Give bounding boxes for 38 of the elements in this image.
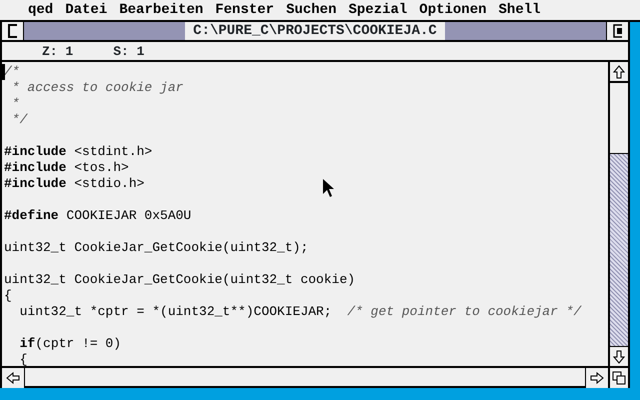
- code-line: uint32_t CookieJar_GetCookie(uint32_t cookie): [4, 272, 356, 288]
- code-line: #include <stdint.h>: [4, 144, 152, 160]
- menu-item[interactable]: qed: [22, 0, 60, 20]
- code-line: * access to cookie jar: [10, 80, 184, 96]
- code-line: uint32_t CookieJar_GetCookie(uint32_t);: [4, 240, 308, 256]
- menu-item[interactable]: Spezial: [342, 0, 414, 20]
- mouse-pointer-icon: [322, 178, 334, 198]
- up-arrow-icon: [613, 64, 625, 78]
- code-line: {: [18, 352, 28, 366]
- resize-button[interactable]: [608, 368, 628, 388]
- status-field: Z: 1: [42, 44, 74, 58]
- code-line: */: [10, 112, 28, 128]
- code-line: *: [10, 96, 20, 112]
- close-icon: [8, 24, 17, 38]
- down-arrow-icon: [613, 350, 625, 364]
- fuller-icon: [613, 24, 622, 38]
- window-title: C:\PURE_C\PROJECTS\COOKIEJA.C: [185, 22, 445, 40]
- menu-item[interactable]: Fenster: [209, 0, 280, 20]
- code-line: #include <tos.h>: [4, 160, 129, 176]
- title-bar[interactable]: C:\PURE_C\PROJECTS\COOKIEJA.C: [24, 22, 606, 40]
- code-line: {: [4, 288, 12, 304]
- code-line: uint32_t *cptr = *(uint32_t**)COOKIEJAR; /* get pointer to cookiejar */: [18, 304, 582, 320]
- menu-item[interactable]: Shell: [492, 0, 547, 20]
- scroll-down-button[interactable]: [610, 346, 628, 366]
- code-line: /*: [4, 64, 20, 80]
- code-line: #include <stdio.h>: [4, 176, 144, 192]
- left-arrow-icon: [6, 372, 20, 384]
- code-line: if(cptr != 0): [18, 336, 122, 352]
- menu-item[interactable]: Optionen: [413, 0, 493, 20]
- resize-icon: [612, 371, 626, 385]
- menu-item[interactable]: Suchen: [280, 0, 342, 20]
- code-line: #define COOKIEJAR 0x5A0U: [4, 208, 192, 224]
- right-arrow-icon: [590, 372, 604, 384]
- menu-item[interactable]: Datei: [59, 0, 114, 20]
- scroll-thumb[interactable]: [610, 82, 628, 154]
- scroll-up-button[interactable]: [610, 62, 628, 82]
- menu-item[interactable]: Bearbeiten: [113, 0, 210, 20]
- status-field: S: 1: [113, 44, 144, 58]
